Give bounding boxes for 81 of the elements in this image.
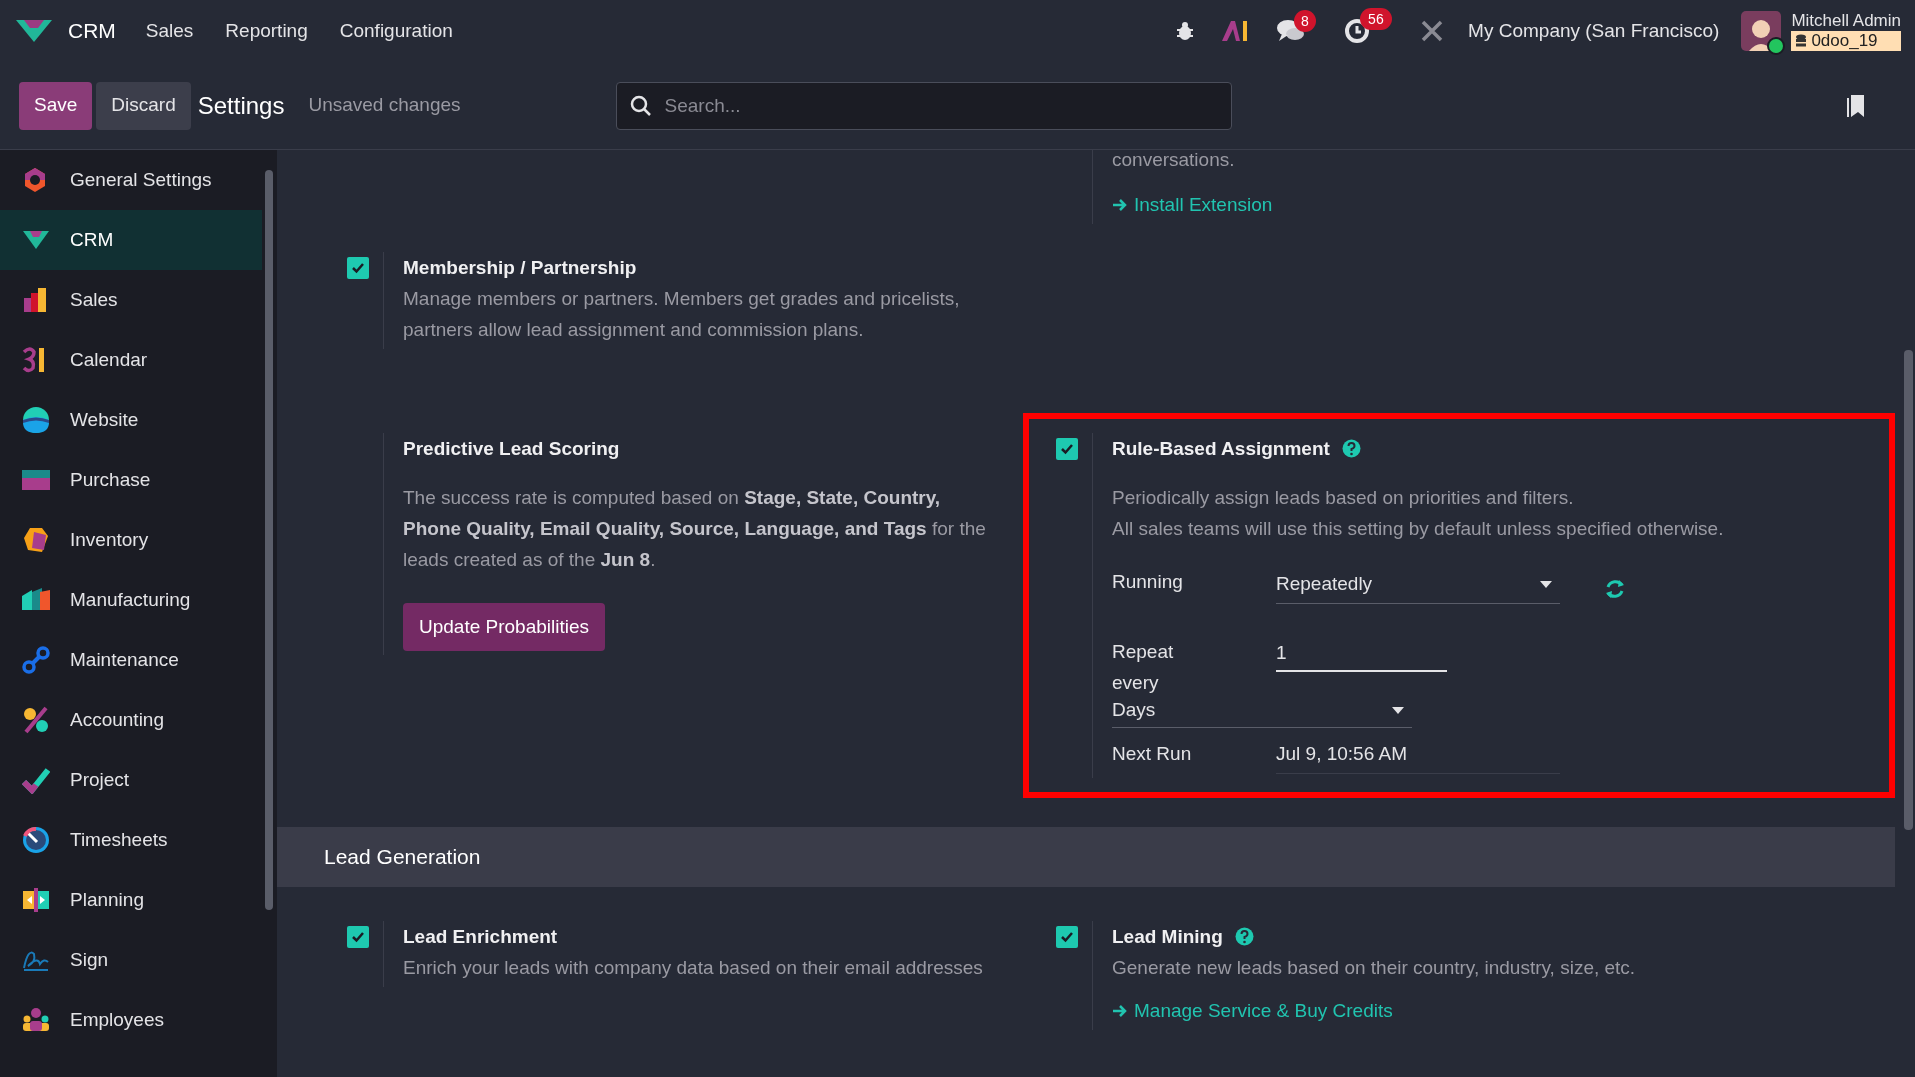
menu-item[interactable]: Sales	[145, 16, 194, 46]
arrow-icon	[1112, 1003, 1128, 1019]
field-label: Running	[1112, 570, 1184, 594]
check-icon	[1060, 931, 1074, 943]
sidebar-item[interactable]: Calendar	[0, 330, 262, 390]
sidebar-item[interactable]: Planning	[0, 870, 262, 930]
checkbox[interactable]	[347, 257, 369, 279]
search-field[interactable]: Search...	[615, 81, 1232, 130]
unsaved-changes-label: Unsaved changes	[308, 93, 461, 118]
update-probabilities-button[interactable]: Update Probabilities	[403, 603, 606, 651]
app-icon	[22, 646, 50, 674]
scrollbar[interactable]	[265, 170, 273, 910]
setting-description: Periodically assign leads based on priorities and filters.	[1112, 486, 1575, 510]
save-button[interactable]: Save	[19, 81, 93, 130]
sidebar-item[interactable]: Sign	[0, 930, 262, 990]
setting-title: Lead Mining	[1112, 925, 1223, 949]
check-icon	[351, 931, 365, 943]
field-label: Repeat every	[1112, 640, 1175, 695]
check-icon	[1060, 443, 1074, 455]
app-icon	[22, 706, 50, 734]
sidebar-item[interactable]: Accounting	[0, 690, 262, 750]
sidebar-item[interactable]: Website	[0, 390, 262, 450]
user-name[interactable]: Mitchell Admin	[1791, 11, 1901, 31]
setting-description: Manage members or partners. Members get grades and pricelists, partners allow lead assignment and commission plans.	[403, 287, 961, 342]
sidebar-item[interactable]: Inventory	[0, 510, 262, 570]
app-icon	[22, 526, 50, 554]
sidebar-item[interactable]: Employees	[0, 990, 262, 1050]
activity-count-badge: 56	[1360, 8, 1392, 30]
setting-description: All sales teams will use this setting by default unless specified otherwise.	[1112, 517, 1725, 541]
check-icon	[351, 262, 365, 274]
field-label: Next Run	[1112, 741, 1193, 766]
help-icon[interactable]	[1341, 439, 1361, 458]
arrow-icon	[1112, 197, 1128, 213]
checkbox[interactable]	[1056, 926, 1078, 948]
app-icon	[22, 886, 50, 914]
checkbox[interactable]	[347, 926, 369, 948]
app-name[interactable]: CRM	[68, 15, 116, 47]
sidebar-item[interactable]: Maintenance	[0, 630, 262, 690]
running-select[interactable]: Repeatedly	[1276, 566, 1560, 604]
sidebar-item[interactable]: General Settings	[0, 150, 262, 210]
sidebar-item[interactable]: Sales	[0, 270, 262, 330]
help-icon[interactable]	[1234, 927, 1254, 946]
setting-title: Predictive Lead Scoring	[403, 437, 620, 461]
setting-description: conversations.	[1112, 150, 1236, 172]
discard-button[interactable]: Discard	[96, 81, 191, 130]
setting-link[interactable]: Manage Service & Buy Credits	[1112, 995, 1393, 1026]
database-badge: 0doo_19	[1791, 31, 1901, 51]
setting-title: Rule-Based Assignment	[1112, 437, 1330, 461]
section-header: Lead Generation	[277, 827, 1895, 887]
bookmark-icon[interactable]	[1846, 92, 1866, 119]
repeat-number-field[interactable]: 1	[1276, 636, 1447, 672]
checkbox[interactable]	[1056, 438, 1078, 460]
setting-description: The success rate is computed based on Stage, State, Country, Phone Quality, Email Quality, Source, Language, and Tags for the leads created as of the Jun 8.	[403, 486, 987, 572]
setting-description: Generate new leads based on their country, industry, size, etc.	[1112, 956, 1637, 980]
search-icon	[629, 94, 652, 117]
avatar[interactable]	[1741, 11, 1782, 51]
setting-link[interactable]: Install Extension	[1112, 189, 1273, 220]
menu-item[interactable]: Configuration	[339, 16, 453, 46]
sidebar-item[interactable]: Project	[0, 750, 262, 810]
database-icon	[1795, 34, 1808, 48]
menu-item[interactable]: Reporting	[225, 16, 308, 46]
message-count-badge: 8	[1294, 10, 1316, 32]
caret-icon	[1540, 581, 1552, 588]
page-title: Settings	[197, 90, 285, 121]
sidebar-item[interactable]: Timesheets	[0, 810, 262, 870]
setting-title: Membership / Partnership	[403, 256, 637, 280]
app-icon	[22, 406, 50, 434]
next-run-value: Jul 9, 10:56 AM	[1276, 734, 1560, 774]
app-icon	[22, 766, 50, 794]
scrollbar[interactable]	[1904, 350, 1913, 830]
sidebar-item[interactable]: Purchase	[0, 450, 262, 510]
company-switcher[interactable]: My Company (San Francisco)	[1468, 16, 1720, 46]
unit-select[interactable]: Days	[1112, 694, 1412, 728]
sidebar-item[interactable]: Manufacturing	[0, 570, 262, 630]
refresh-icon[interactable]	[1604, 578, 1626, 600]
app-icon	[22, 1006, 50, 1034]
app-icon	[22, 826, 50, 854]
setting-description: Enrich your leads with company data based on their email addresses	[403, 956, 984, 980]
setting-title: Lead Enrichment	[403, 925, 558, 949]
caret-icon	[1392, 707, 1404, 714]
sidebar-item[interactable]: CRM	[0, 210, 262, 270]
